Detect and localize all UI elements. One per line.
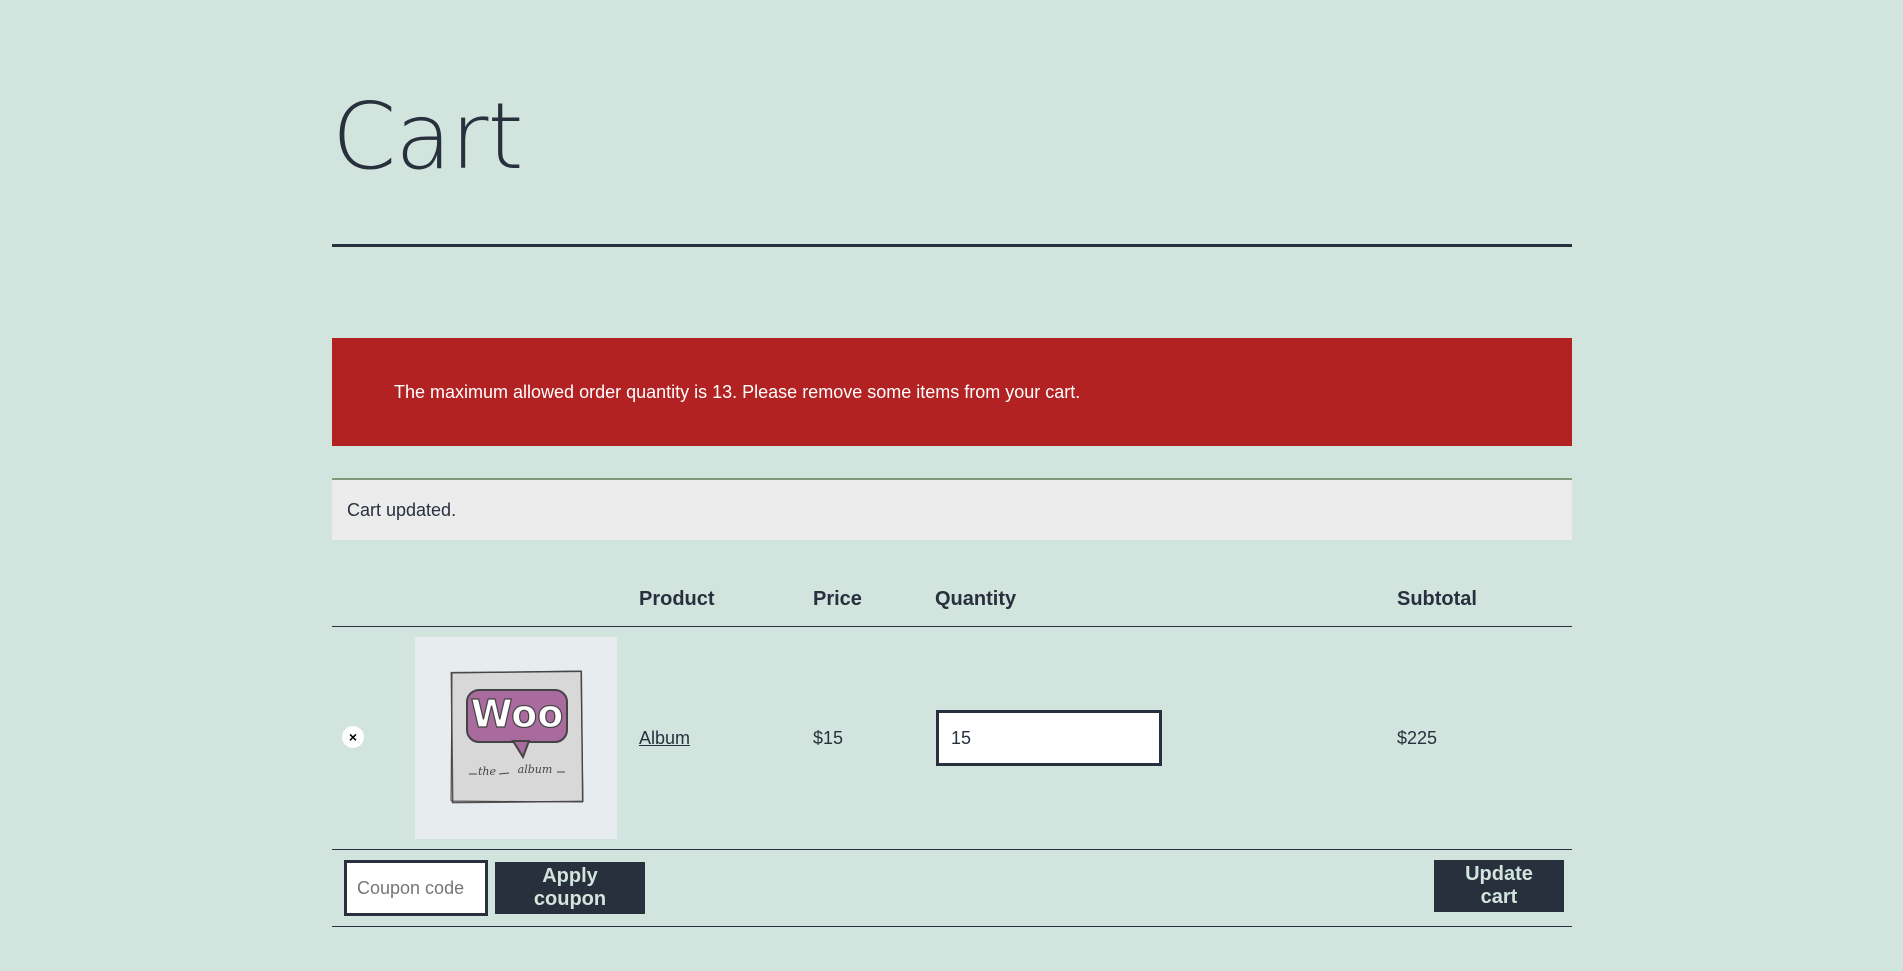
remove-item-button[interactable]: × bbox=[342, 726, 364, 748]
thumbnail-sub-text-1: the bbox=[478, 765, 497, 778]
page-title: Cart bbox=[332, 83, 524, 190]
update-cart-button[interactable]: Update cart bbox=[1434, 860, 1564, 912]
title-divider bbox=[332, 244, 1572, 247]
header-product: Product bbox=[639, 588, 715, 610]
product-thumbnail[interactable]: Woo the album bbox=[415, 637, 617, 839]
thumbnail-woo-text: Woo bbox=[471, 692, 564, 736]
apply-coupon-button[interactable]: Apply coupon bbox=[495, 862, 645, 914]
coupon-code-input[interactable] bbox=[344, 860, 488, 916]
header-quantity: Quantity bbox=[935, 588, 1017, 610]
price-cell: $15 bbox=[813, 728, 844, 748]
quantity-input[interactable] bbox=[936, 710, 1162, 766]
product-name-link[interactable]: Album bbox=[639, 728, 690, 748]
woo-album-image: Woo the album bbox=[450, 670, 584, 804]
error-notice-text: The maximum allowed order quantity is 13… bbox=[394, 381, 1081, 402]
error-notice: The maximum allowed order quantity is 13… bbox=[332, 338, 1572, 446]
product-name-cell: Album bbox=[639, 728, 690, 749]
thumbnail-sub-text-2: album bbox=[518, 763, 553, 776]
header-divider bbox=[332, 626, 1572, 627]
header-subtotal: Subtotal bbox=[1397, 588, 1477, 610]
subtotal-cell: $225 bbox=[1397, 728, 1438, 748]
info-notice-text: Cart updated. bbox=[347, 499, 457, 520]
actions-divider bbox=[332, 926, 1572, 927]
header-price: Price bbox=[813, 588, 862, 610]
cart-page: Cart The maximum allowed order quantity … bbox=[0, 0, 1903, 971]
info-notice: Cart updated. bbox=[332, 478, 1572, 540]
row-divider bbox=[332, 849, 1572, 850]
